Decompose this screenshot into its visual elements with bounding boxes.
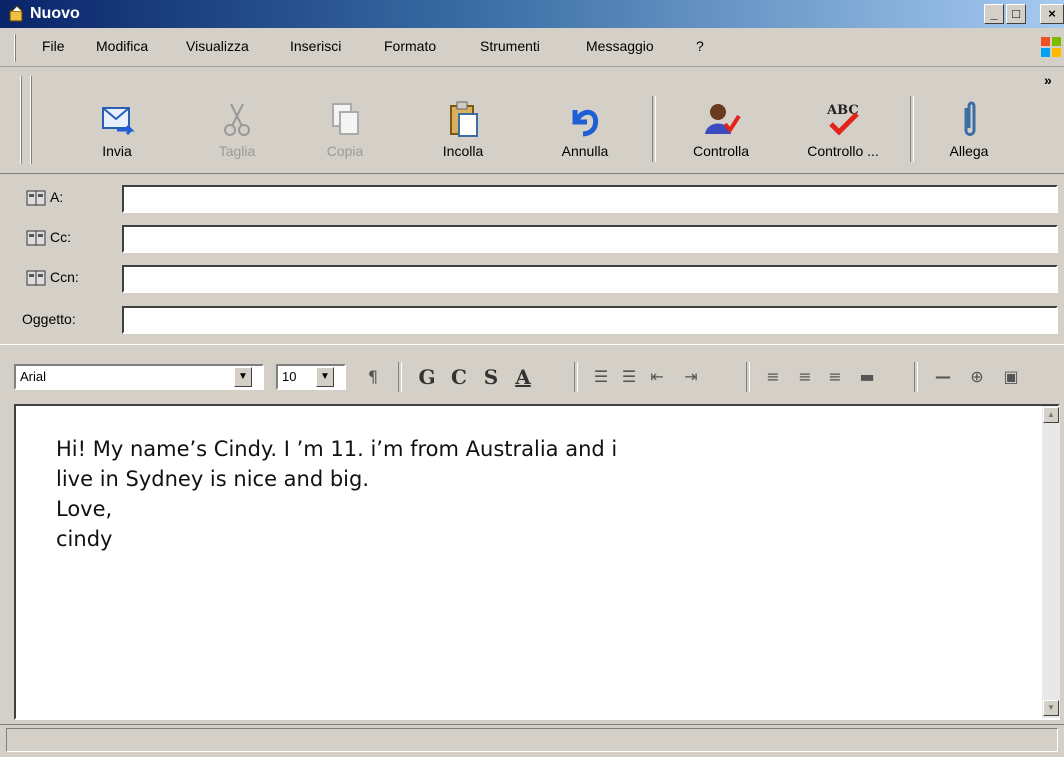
toolbar-overflow-chevron[interactable]: »	[1044, 72, 1052, 88]
bold-button[interactable]: G	[412, 364, 442, 390]
message-line: live in Sydney is nice and big.	[56, 467, 370, 491]
horizontal-line-icon[interactable]: —	[928, 364, 958, 390]
scroll-up-arrow-icon[interactable]: ▲	[1043, 407, 1059, 423]
clipboard-icon	[443, 100, 483, 140]
message-line: Love,	[56, 497, 113, 521]
undo-label: Annulla	[561, 143, 609, 159]
send-button[interactable]: Invia	[72, 92, 162, 170]
menu-strumenti[interactable]: Strumenti	[480, 38, 540, 54]
subject-label: Oggetto:	[22, 311, 76, 327]
menu-grip[interactable]	[14, 34, 17, 62]
cc-field[interactable]	[122, 225, 1058, 253]
italic-button[interactable]: C	[444, 364, 474, 390]
align-right-icon[interactable]: ≡	[820, 364, 850, 390]
copy-icon	[325, 100, 365, 140]
to-field[interactable]	[122, 185, 1058, 213]
undo-icon	[565, 100, 605, 140]
paperclip-icon	[949, 100, 989, 140]
address-book-icon[interactable]	[26, 230, 46, 246]
title-bar[interactable]	[0, 0, 1064, 28]
menu-help[interactable]: ?	[696, 38, 704, 54]
windows-logo-icon	[1038, 33, 1064, 61]
bullet-list-icon[interactable]: ☰	[614, 364, 644, 390]
menu-modifica[interactable]: Modifica	[96, 38, 148, 54]
address-book-icon[interactable]	[26, 190, 46, 206]
insert-image-icon[interactable]: ▣	[996, 364, 1026, 390]
maximize-button[interactable]: □	[1006, 4, 1026, 24]
justify-icon[interactable]: ▬	[852, 364, 882, 390]
numbered-list-icon[interactable]: ☰	[586, 364, 616, 390]
check-names-button[interactable]: Controlla	[676, 92, 766, 170]
attach-label: Allega	[949, 143, 989, 159]
bcc-field[interactable]	[122, 265, 1058, 293]
paste-label: Incolla	[442, 143, 484, 159]
close-button[interactable]: ×	[1040, 4, 1064, 24]
font-size-select[interactable]: 10	[276, 364, 346, 390]
increase-indent-icon[interactable]: ⇥	[676, 364, 706, 390]
font-color-button[interactable]: A	[508, 364, 538, 390]
format-separator	[574, 362, 578, 392]
decrease-indent-icon[interactable]: ⇤	[642, 364, 672, 390]
font-value: Arial	[20, 369, 47, 384]
toolbar-separator	[652, 96, 656, 162]
underline-button[interactable]: S	[476, 364, 506, 390]
subject-field[interactable]	[122, 306, 1058, 334]
message-text: Hi! My name’s Cindy. I ’m 11. i’m from A…	[56, 434, 617, 554]
toolbar-grip[interactable]	[20, 76, 23, 164]
menu-file[interactable]: File	[42, 38, 65, 54]
send-label: Invia	[102, 143, 132, 159]
spellcheck-button[interactable]: ABC Controllo ...	[790, 92, 896, 170]
cut-label: Taglia	[218, 143, 256, 159]
app-icon	[8, 5, 26, 23]
toolbar-grip-2	[30, 76, 33, 164]
copy-button[interactable]: Copia	[300, 92, 390, 170]
format-separator	[398, 362, 402, 392]
status-panel	[6, 728, 1058, 752]
send-icon	[97, 100, 137, 140]
cut-button[interactable]: Taglia	[192, 92, 282, 170]
cc-label: Cc:	[50, 229, 71, 245]
spellcheck-label: Controllo ...	[807, 143, 879, 159]
paragraph-style-icon[interactable]: ¶	[358, 364, 388, 390]
menu-visualizza[interactable]: Visualizza	[186, 38, 249, 54]
toolbar-separator-2	[910, 96, 914, 162]
format-separator	[746, 362, 750, 392]
attach-button[interactable]: Allega	[924, 92, 1014, 170]
font-select[interactable]: Arial	[14, 364, 264, 390]
scissors-icon	[217, 100, 257, 140]
message-line: cindy	[56, 527, 113, 551]
size-dropdown-arrow-icon[interactable]: ▼	[316, 367, 334, 387]
to-label: A:	[50, 189, 64, 205]
check-names-icon	[701, 100, 741, 140]
menu-formato[interactable]: Formato	[384, 38, 436, 54]
format-separator	[914, 362, 918, 392]
font-size-value: 10	[282, 369, 297, 384]
scroll-down-arrow-icon[interactable]: ▼	[1043, 700, 1059, 716]
align-center-icon[interactable]: ≡	[790, 364, 820, 390]
hyperlink-icon[interactable]: ⊕	[962, 364, 992, 390]
window-title: Nuovo	[30, 5, 80, 22]
address-book-icon[interactable]	[26, 270, 46, 286]
paste-button[interactable]: Incolla	[418, 92, 508, 170]
bcc-label: Ccn:	[50, 269, 79, 285]
copy-label: Copia	[326, 143, 364, 159]
align-left-icon[interactable]: ≡	[758, 364, 788, 390]
undo-button[interactable]: Annulla	[540, 92, 630, 170]
check-names-label: Controlla	[692, 143, 750, 159]
minimize-button[interactable]: _	[984, 4, 1004, 24]
menu-inserisci[interactable]: Inserisci	[290, 38, 341, 54]
message-line: Hi! My name’s Cindy. I ’m 11. i’m from A…	[56, 437, 618, 461]
spellcheck-icon: ABC	[823, 100, 863, 140]
menu-messaggio[interactable]: Messaggio	[586, 38, 654, 54]
font-dropdown-arrow-icon[interactable]: ▼	[234, 367, 252, 387]
vertical-scrollbar[interactable]	[1042, 406, 1060, 718]
